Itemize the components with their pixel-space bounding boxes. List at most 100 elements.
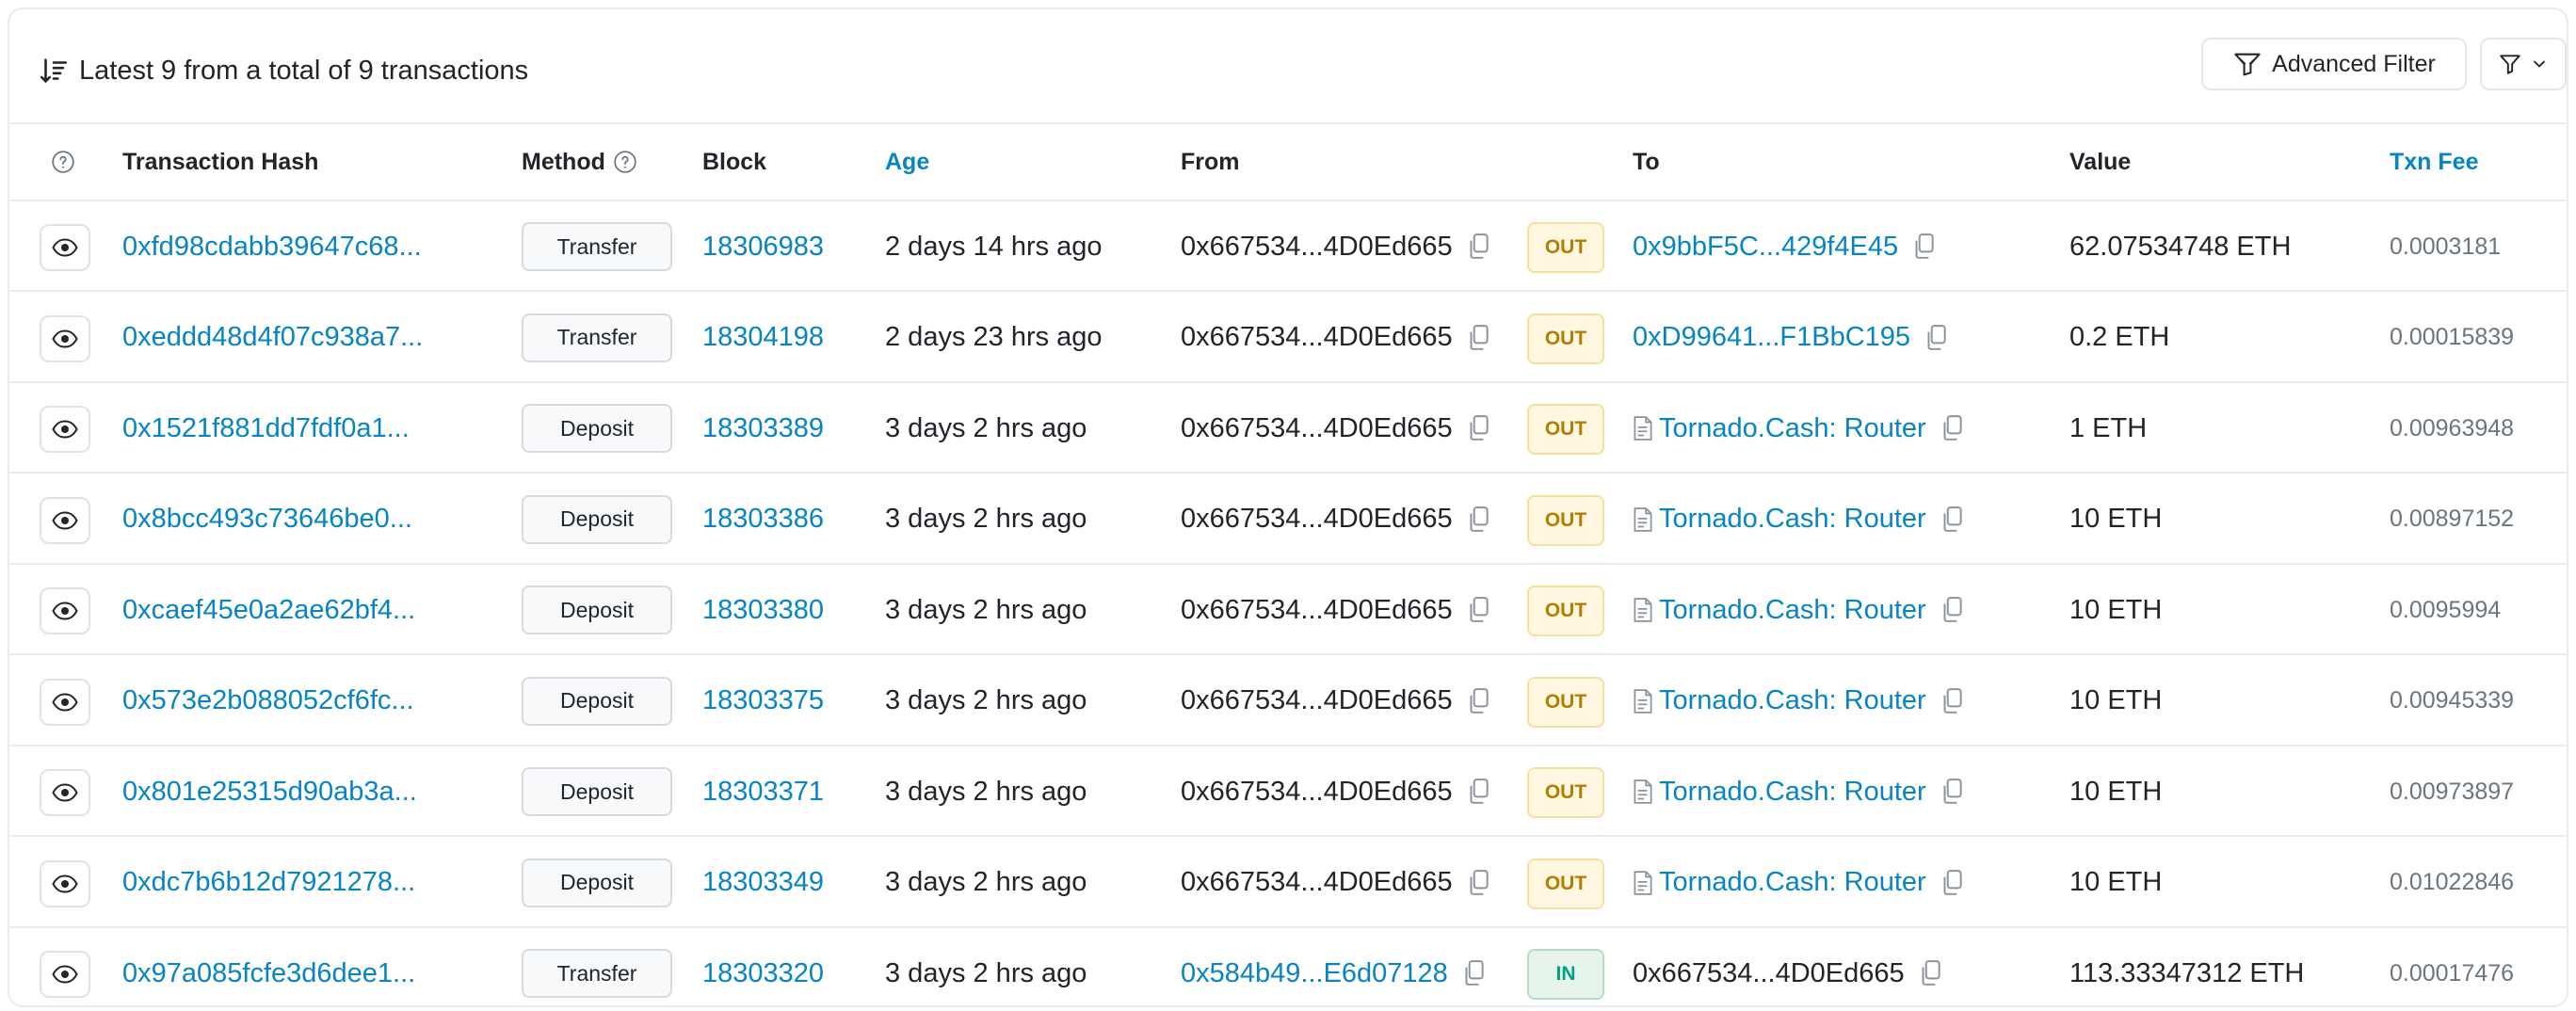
column-header-age[interactable]: Age: [885, 124, 929, 200]
summary-text: Latest 9 from a total of 9 transactions: [79, 55, 529, 86]
preview-button[interactable]: [40, 314, 90, 362]
copy-icon[interactable]: [1940, 687, 1964, 715]
contract-file-icon: [1634, 598, 1652, 622]
method-badge: Transfer: [522, 222, 672, 271]
from-cell: 0x667534...4D0Ed665: [1181, 565, 1490, 655]
txn-hash-link[interactable]: 0x97a085fcfe3d6dee1...: [122, 928, 415, 1005]
block-link[interactable]: 18303375: [702, 656, 824, 746]
value-text: 1 ETH: [2069, 412, 2148, 443]
block-link[interactable]: 18303386: [702, 474, 824, 565]
question-circle-icon: [52, 151, 74, 173]
copy-icon[interactable]: [1940, 506, 1964, 534]
method-badge: Deposit: [522, 858, 672, 907]
to-address[interactable]: Tornado.Cash: Router: [1659, 595, 1926, 626]
age-text: 3 days 2 hrs ago: [885, 412, 1087, 443]
to-address[interactable]: Tornado.Cash: Router: [1659, 777, 1926, 808]
copy-icon[interactable]: [1461, 959, 1486, 987]
txn-hash-link[interactable]: 0x801e25315d90ab3a...: [122, 746, 417, 837]
copy-icon[interactable]: [1466, 233, 1490, 261]
value-text: 113.33347312 ETH: [2069, 957, 2305, 988]
copy-icon[interactable]: [1911, 233, 1936, 261]
preview-button[interactable]: [40, 224, 90, 271]
method-header-label: Method: [522, 148, 605, 175]
to-address[interactable]: 0xD99641...F1BbC195: [1633, 322, 1910, 353]
info-column-header[interactable]: [51, 124, 75, 200]
value-text: 62.07534748 ETH: [2069, 231, 2292, 262]
from-cell: 0x667534...4D0Ed665: [1181, 656, 1490, 746]
question-circle-icon[interactable]: [613, 150, 637, 174]
preview-button[interactable]: [40, 496, 90, 544]
from-address[interactable]: 0x584b49...E6d07128: [1181, 958, 1448, 989]
copy-icon[interactable]: [1466, 869, 1490, 897]
column-header-txn-fee[interactable]: Txn Fee: [2390, 124, 2478, 200]
block-link[interactable]: 18303380: [702, 565, 824, 655]
txn-fee-text: 0.00897152: [2390, 506, 2515, 532]
chevron-down-icon: [2534, 60, 2545, 68]
txn-hash-link[interactable]: 0xeddd48d4f07c938a7...: [122, 293, 423, 383]
txn-hash-link[interactable]: 0x1521f881dd7fdf0a1...: [122, 383, 410, 473]
txn-fee-text: 0.00945339: [2390, 687, 2515, 714]
txn-hash-link[interactable]: 0xdc7b6b12d7921278...: [122, 838, 415, 928]
to-cell: Tornado.Cash: Router: [1633, 746, 1964, 837]
txn-fee-text: 0.00963948: [2390, 414, 2515, 441]
copy-icon[interactable]: [1466, 414, 1490, 442]
advanced-filter-button[interactable]: Advanced Filter: [2201, 38, 2467, 90]
from-cell: 0x667534...4D0Ed665: [1181, 383, 1490, 473]
preview-button[interactable]: [40, 859, 90, 907]
copy-icon[interactable]: [1940, 596, 1964, 624]
eye-icon: [52, 602, 78, 620]
sort-descending-icon[interactable]: [38, 55, 70, 87]
preview-button[interactable]: [40, 678, 90, 726]
to-address[interactable]: Tornado.Cash: Router: [1659, 413, 1926, 444]
txn-hash-link[interactable]: 0xfd98cdabb39647c68...: [122, 201, 422, 292]
direction-badge: IN: [1527, 949, 1604, 1000]
preview-button[interactable]: [40, 951, 90, 998]
table-row: 0xdc7b6b12d7921278... Deposit 18303349 3 da…: [9, 838, 2567, 928]
to-cell: Tornado.Cash: Router: [1633, 838, 1964, 928]
table-row: 0xeddd48d4f07c938a7... Transfer 18304198 2 …: [9, 293, 2567, 383]
block-link[interactable]: 18306983: [702, 201, 824, 292]
copy-icon[interactable]: [1466, 687, 1490, 715]
contract-file-icon: [1634, 416, 1652, 441]
to-address[interactable]: Tornado.Cash: Router: [1659, 685, 1926, 716]
copy-icon[interactable]: [1466, 596, 1490, 624]
direction-badge: OUT: [1527, 586, 1604, 636]
to-address[interactable]: Tornado.Cash: Router: [1659, 867, 1926, 898]
txn-hash-link[interactable]: 0x8bcc493c73646be0...: [122, 474, 412, 565]
txn-hash-link[interactable]: 0xcaef45e0a2ae62bf4...: [122, 565, 415, 655]
txn-hash-link[interactable]: 0x573e2b088052cf6fc...: [122, 656, 414, 746]
block-link[interactable]: 18303349: [702, 838, 824, 928]
eye-icon: [52, 692, 78, 712]
block-link[interactable]: 18303320: [702, 928, 824, 1005]
eye-icon: [52, 874, 78, 893]
copy-icon[interactable]: [1466, 778, 1490, 806]
filter-dropdown-button[interactable]: [2480, 38, 2567, 90]
txn-fee-text: 0.01022846: [2390, 869, 2515, 895]
to-address[interactable]: Tornado.Cash: Router: [1659, 504, 1926, 535]
age-text: 3 days 2 hrs ago: [885, 867, 1087, 897]
to-address[interactable]: 0x9bbF5C...429f4E45: [1633, 232, 1898, 263]
block-link[interactable]: 18303389: [702, 383, 824, 473]
preview-button[interactable]: [40, 406, 90, 453]
copy-icon[interactable]: [1940, 778, 1964, 806]
block-link[interactable]: 18303371: [702, 746, 824, 837]
copy-icon[interactable]: [1924, 324, 1948, 352]
to-cell: 0x667534...4D0Ed665: [1633, 928, 1942, 1005]
copy-icon[interactable]: [1940, 869, 1964, 897]
eye-icon: [52, 329, 78, 348]
copy-icon[interactable]: [1466, 324, 1490, 352]
preview-button[interactable]: [40, 769, 90, 816]
from-cell: 0x667534...4D0Ed665: [1181, 746, 1490, 837]
table-row: 0x8bcc493c73646be0... Deposit 18303386 3 da…: [9, 474, 2567, 565]
eye-icon: [52, 965, 78, 984]
table-row: 0x1521f881dd7fdf0a1... Deposit 18303389 3 d…: [9, 383, 2567, 473]
from-address: 0x667534...4D0Ed665: [1181, 594, 1453, 625]
from-address: 0x667534...4D0Ed665: [1181, 412, 1453, 443]
preview-button[interactable]: [40, 587, 90, 634]
contract-file-icon: [1634, 506, 1652, 532]
from-address: 0x667534...4D0Ed665: [1181, 322, 1453, 352]
block-link[interactable]: 18304198: [702, 293, 824, 383]
copy-icon[interactable]: [1466, 506, 1490, 534]
copy-icon[interactable]: [1918, 959, 1942, 987]
copy-icon[interactable]: [1940, 414, 1964, 442]
